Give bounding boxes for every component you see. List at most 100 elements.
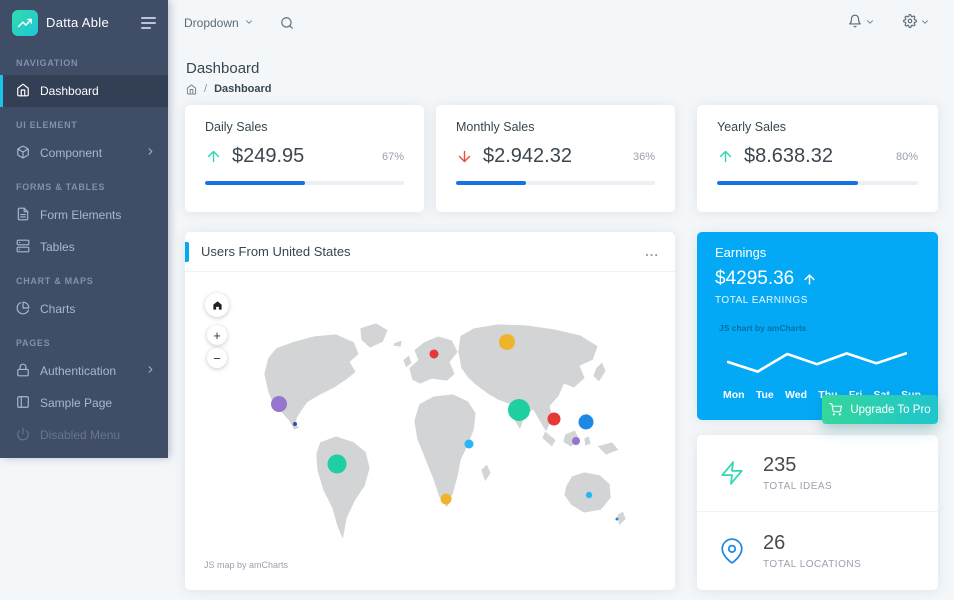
earnings-card: Earnings $4295.36 TOTAL EARNINGS JS char… (697, 232, 938, 420)
settings-menu[interactable] (903, 14, 930, 31)
total-ideas-value: 235 (763, 454, 832, 477)
stat-title: Daily Sales (205, 120, 404, 134)
zap-icon (719, 460, 745, 486)
total-locations-value: 26 (763, 532, 861, 555)
upgrade-button-label: Upgrade To Pro (850, 404, 930, 416)
map-bubble-australia[interactable] (586, 492, 592, 498)
map-home-icon (212, 300, 223, 311)
users-map-card: Users From United States ... + − (185, 232, 675, 590)
map-pin-icon (719, 538, 745, 564)
notifications-menu[interactable] (848, 14, 875, 31)
progress-bar (205, 181, 404, 185)
search-icon[interactable] (280, 16, 294, 30)
brand-name: Datta Able (46, 15, 133, 30)
sidebar-item-label: Component (40, 146, 102, 160)
sidebar-item-label: Dashboard (40, 84, 99, 98)
map-credit: JS map by amCharts (204, 560, 288, 570)
lock-icon (16, 363, 30, 380)
topbar: Dropdown (168, 0, 954, 45)
chevron-right-icon (145, 364, 156, 378)
sidebar-item-label: Sample Page (40, 396, 112, 410)
arrow-up-icon (717, 148, 734, 165)
box-icon (16, 145, 30, 162)
breadcrumb-home-icon[interactable] (186, 84, 197, 95)
progress-bar (456, 181, 655, 185)
map-bubble-brazil[interactable] (328, 455, 347, 474)
total-ideas-row: 235 TOTAL IDEAS (697, 435, 938, 512)
map-body: + − (185, 272, 675, 588)
map-zoom-in-button[interactable]: + (207, 325, 227, 345)
map-bubble-central-america[interactable] (293, 422, 297, 426)
chevron-down-icon (244, 16, 254, 30)
world-map[interactable] (262, 318, 646, 550)
map-zoom-out-button[interactable]: − (207, 348, 227, 368)
total-ideas-label: TOTAL IDEAS (763, 481, 832, 492)
arrow-up-icon (802, 272, 817, 287)
card-options-icon[interactable]: ... (645, 248, 659, 256)
stat-value: $249.95 (232, 145, 372, 168)
sidebar-layout-icon (16, 395, 30, 412)
earnings-line-chart[interactable] (727, 342, 907, 382)
menu-toggle-icon[interactable] (141, 17, 156, 29)
chevron-down-icon (920, 16, 930, 30)
sidebar-item-dashboard[interactable]: Dashboard (0, 75, 168, 107)
pie-chart-icon (16, 301, 30, 318)
earnings-title: Earnings (715, 245, 766, 260)
map-bubble-mexico[interactable] (271, 396, 287, 412)
map-bubble-philippines[interactable] (579, 415, 594, 430)
brand-logo-icon (12, 10, 38, 36)
map-card-header: Users From United States ... (185, 232, 675, 272)
map-home-button[interactable] (205, 293, 229, 317)
map-bubble-new-zealand[interactable] (616, 518, 619, 521)
stat-percent: 67% (382, 151, 404, 163)
upgrade-to-pro-button[interactable]: Upgrade To Pro (822, 395, 938, 424)
daily-sales-card: Daily Sales $249.95 67% (185, 105, 424, 212)
yearly-sales-card: Yearly Sales $8.638.32 80% (697, 105, 938, 212)
sidebar-header: Datta Able (0, 0, 168, 45)
map-card-title: Users From United States (201, 244, 351, 259)
chevron-right-icon (145, 146, 156, 160)
page-title: Dashboard (186, 60, 259, 77)
dropdown-menu[interactable]: Dropdown (184, 16, 254, 30)
server-icon (16, 239, 30, 256)
total-locations-label: TOTAL LOCATIONS (763, 559, 861, 570)
day-label: Mon (723, 389, 745, 401)
sidebar-item-charts[interactable]: Charts (0, 293, 168, 325)
day-label: Tue (756, 389, 774, 401)
section-label-forms-tables: FORMS & TABLES (0, 169, 168, 199)
app-root: Datta Able NAVIGATION Dashboard UI ELEME… (0, 0, 954, 600)
map-bubble-thailand[interactable] (548, 413, 561, 426)
arrow-down-icon (456, 148, 473, 165)
file-text-icon (16, 207, 30, 224)
sidebar-item-label: Disabled Menu (40, 428, 120, 442)
stat-title: Yearly Sales (717, 120, 918, 134)
card-accent-bar (185, 242, 189, 262)
map-bubble-india[interactable] (508, 399, 530, 421)
total-locations-row: 26 TOTAL LOCATIONS (697, 512, 938, 589)
chart-credit: JS chart by amCharts (719, 323, 806, 333)
sidebar-item-label: Form Elements (40, 208, 121, 222)
sidebar-item-sample-page[interactable]: Sample Page (0, 387, 168, 419)
map-bubble-south-africa[interactable] (441, 494, 452, 505)
section-label-ui-element: UI ELEMENT (0, 107, 168, 137)
breadcrumb-separator: / (204, 83, 207, 95)
gear-icon (903, 14, 917, 31)
sidebar-item-authentication[interactable]: Authentication (0, 355, 168, 387)
map-bubble-siberia[interactable] (499, 334, 515, 350)
power-icon (16, 427, 30, 444)
arrow-up-icon (205, 148, 222, 165)
map-bubble-indonesia[interactable] (572, 437, 580, 445)
section-label-navigation: NAVIGATION (0, 45, 168, 75)
sidebar-item-label: Authentication (40, 364, 116, 378)
section-label-pages: PAGES (0, 325, 168, 355)
map-bubble-east-africa[interactable] (465, 440, 474, 449)
continents (264, 323, 626, 540)
sidebar-item-tables[interactable]: Tables (0, 231, 168, 263)
breadcrumb-current[interactable]: Dashboard (214, 83, 271, 95)
stat-percent: 36% (633, 151, 655, 163)
map-bubble-eastern-europe[interactable] (430, 350, 439, 359)
sidebar-item-component[interactable]: Component (0, 137, 168, 169)
dropdown-label: Dropdown (184, 16, 239, 30)
sidebar-item-disabled-menu: Disabled Menu (0, 419, 168, 451)
sidebar-item-form-elements[interactable]: Form Elements (0, 199, 168, 231)
